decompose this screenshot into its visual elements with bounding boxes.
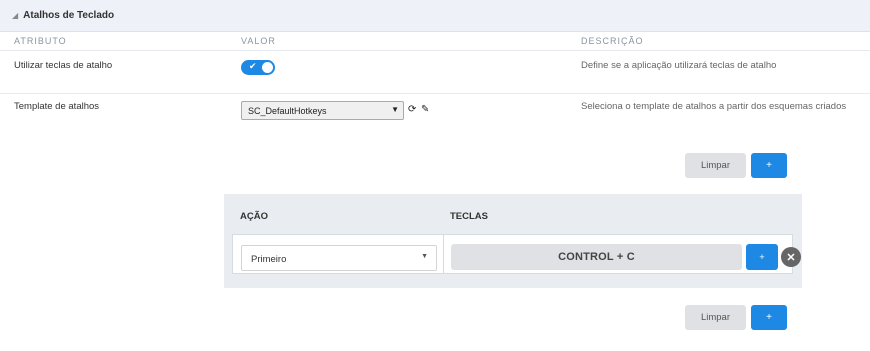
edit-pencil-icon[interactable]: ✎ (421, 104, 429, 115)
row-label: Utilizar teclas de atalho (14, 60, 113, 71)
table-row: Primeiro ▼ CONTROL + C + (232, 234, 793, 274)
row-description: Seleciona o template de atalhos a partir… (581, 101, 847, 112)
hotkeys-table: AÇÃO TECLAS Primeiro ▼ CONTROL + C + (224, 194, 802, 288)
remove-row-icon[interactable]: ✕ (781, 247, 801, 267)
columns-header: ATRIBUTO VALOR DESCRIÇÃO (0, 32, 870, 51)
row-description: Define se a aplicação utilizará teclas d… (581, 60, 777, 71)
refresh-icon[interactable]: ⟳ (408, 104, 416, 115)
column-attribute: ATRIBUTO (14, 36, 67, 46)
use-hotkeys-toggle[interactable]: ✔ (241, 60, 275, 75)
check-icon: ✔ (249, 61, 257, 71)
column-divider (443, 235, 444, 273)
action-header: AÇÃO (240, 211, 268, 222)
template-select[interactable]: SC_DefaultHotkeys ▼ (241, 101, 404, 120)
add-button-bottom[interactable]: + (751, 305, 787, 330)
column-value: VALOR (241, 36, 276, 46)
column-description: DESCRIÇÃO (581, 36, 644, 46)
clear-button-bottom[interactable]: Limpar (685, 305, 746, 330)
action-select[interactable]: Primeiro ▼ (241, 245, 437, 271)
toggle-knob (262, 62, 273, 73)
row-label: Template de atalhos (14, 101, 100, 112)
collapse-triangle-icon[interactable]: ◢ (12, 11, 18, 20)
panel-header[interactable]: ◢ Atalhos de Teclado (0, 0, 870, 32)
keys-header: TECLAS (450, 211, 488, 222)
chevron-down-icon: ▼ (421, 253, 428, 260)
keys-field[interactable]: CONTROL + C (451, 244, 742, 270)
dropdown-arrow-icon: ▼ (391, 105, 399, 114)
add-button-top[interactable]: + (751, 153, 787, 178)
template-select-value: SC_DefaultHotkeys (248, 106, 327, 116)
action-select-value: Primeiro (251, 254, 287, 265)
add-key-button[interactable]: + (746, 244, 778, 270)
clear-button-top[interactable]: Limpar (685, 153, 746, 178)
row-hotkey-template: Template de atalhos Seleciona o template… (0, 94, 870, 140)
row-use-hotkeys: Utilizar teclas de atalho Define se a ap… (0, 51, 870, 94)
panel-title: Atalhos de Teclado (23, 10, 115, 21)
